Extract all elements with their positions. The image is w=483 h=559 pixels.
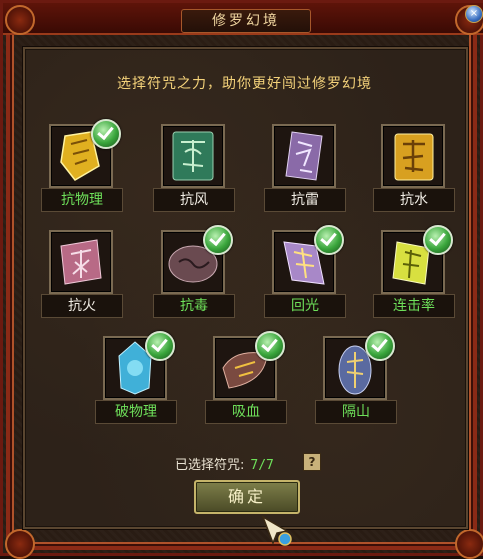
confirm-button[interactable]: 确定	[194, 480, 300, 514]
talisman-slot[interactable]: 回光	[264, 225, 346, 325]
talisman-label: 破物理	[95, 400, 177, 424]
talisman-slot[interactable]: 吸血	[205, 331, 287, 431]
selection-status-label: 已选择符咒:	[175, 458, 245, 473]
water-talisman-icon	[381, 124, 445, 188]
selection-status: 已选择符咒: 7/7	[175, 454, 274, 473]
selected-check-icon	[91, 119, 121, 149]
talisman-slot[interactable]: 抗物理	[41, 119, 123, 219]
talisman-slot[interactable]: 连击率	[373, 225, 455, 325]
talisman-slot[interactable]: 破物理	[95, 331, 177, 431]
talisman-label: 隔山	[315, 400, 397, 424]
talisman-label: 抗水	[373, 188, 455, 212]
selected-check-icon	[314, 225, 344, 255]
window-title: 修罗幻境	[181, 9, 311, 33]
talisman-label: 回光	[264, 294, 346, 318]
talisman-window: 修罗幻境 × 选择符咒之力，助你更好闯过修罗幻境 抗物理 抗风 抗雷 抗水 抗火	[0, 0, 483, 559]
selection-count: 7/7	[250, 458, 274, 473]
talisman-slot[interactable]: 抗毒	[153, 225, 235, 325]
fire-talisman-icon	[49, 230, 113, 294]
pointer-cursor-icon	[261, 515, 292, 546]
talisman-label: 抗毒	[153, 294, 235, 318]
selected-check-icon	[255, 331, 285, 361]
talisman-label: 抗火	[41, 294, 123, 318]
talisman-label: 吸血	[205, 400, 287, 424]
selected-check-icon	[203, 225, 233, 255]
talisman-slot[interactable]: 抗风	[153, 124, 235, 219]
talisman-label: 抗风	[153, 188, 235, 212]
talisman-label: 连击率	[373, 294, 455, 318]
selected-check-icon	[423, 225, 453, 255]
talisman-slot[interactable]: 抗雷	[264, 124, 346, 219]
talisman-slot[interactable]: 隔山	[315, 331, 397, 431]
corner-ornament-icon	[455, 529, 483, 559]
corner-ornament-icon	[5, 529, 35, 559]
talisman-slot[interactable]: 抗水	[373, 124, 455, 219]
selected-check-icon	[145, 331, 175, 361]
talisman-label: 抗雷	[264, 188, 346, 212]
help-button[interactable]: ?	[303, 453, 321, 471]
thunder-talisman-icon	[272, 124, 336, 188]
close-button[interactable]: ×	[465, 5, 483, 23]
talisman-label: 抗物理	[41, 188, 123, 212]
talisman-slot[interactable]: 抗火	[41, 230, 123, 325]
corner-ornament-icon	[5, 5, 35, 35]
instruction-text: 选择符咒之力，助你更好闯过修罗幻境	[117, 76, 372, 92]
selected-check-icon	[365, 331, 395, 361]
wind-talisman-icon	[161, 124, 225, 188]
